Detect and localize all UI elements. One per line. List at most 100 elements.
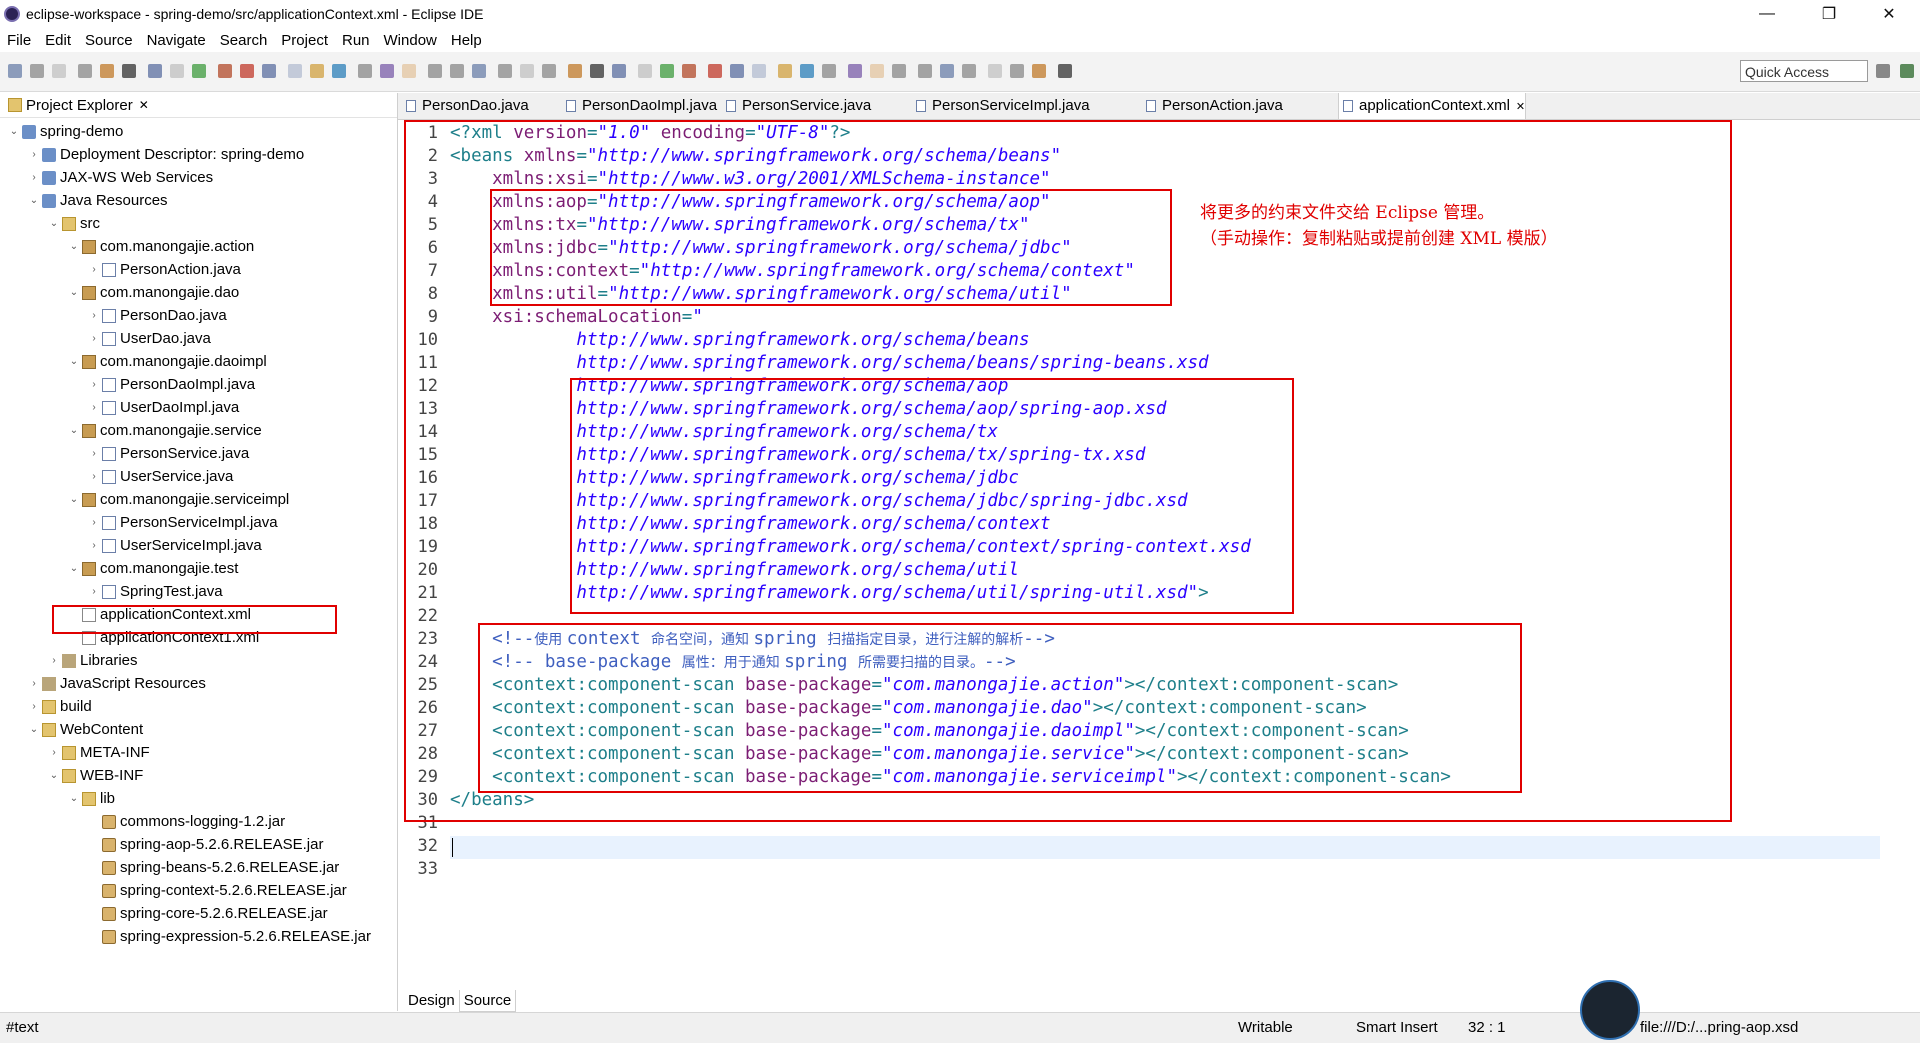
tree-item[interactable]: › Deployment Descriptor: spring-demo [28, 144, 304, 166]
toolbar-button-icon[interactable] [660, 64, 674, 78]
tree-item[interactable]: › SpringTest.java [88, 581, 222, 603]
tree-item[interactable]: › UserDao.java [88, 328, 211, 350]
toolbar-button-icon[interactable] [240, 64, 254, 78]
tree-item[interactable]: ⌄ lib [68, 788, 115, 810]
java-ee-icon[interactable] [1900, 64, 1914, 78]
tree-item[interactable]: ⌄ com.manongajie.action [68, 236, 254, 258]
collapse-arrow-icon[interactable]: › [88, 397, 100, 419]
menu-window[interactable]: Window [377, 32, 444, 49]
close-button[interactable]: ✕ [1866, 0, 1912, 28]
menu-edit[interactable]: Edit [38, 32, 78, 49]
tree-item[interactable]: ⌄ Java Resources [28, 190, 168, 212]
toolbar-button-icon[interactable] [590, 64, 604, 78]
tab-design[interactable]: Design [404, 990, 459, 1012]
toolbar-button-icon[interactable] [30, 64, 44, 78]
toolbar-button-icon[interactable] [428, 64, 442, 78]
collapse-arrow-icon[interactable]: › [88, 443, 100, 465]
tree-item[interactable]: spring-beans-5.2.6.RELEASE.jar [88, 857, 339, 879]
editor-tab[interactable]: PersonServiceImpl.java [912, 93, 1090, 119]
toolbar-button-icon[interactable] [52, 64, 66, 78]
expand-arrow-icon[interactable]: ⌄ [28, 190, 40, 212]
expand-arrow-icon[interactable]: ⌄ [48, 213, 60, 235]
toolbar-button-icon[interactable] [918, 64, 932, 78]
collapse-arrow-icon[interactable]: › [28, 673, 40, 695]
tree-item[interactable]: › UserServiceImpl.java [88, 535, 261, 557]
toolbar-button-icon[interactable] [870, 64, 884, 78]
tree-item[interactable]: ⌄ com.manongajie.daoimpl [68, 351, 267, 373]
collapse-arrow-icon[interactable]: › [48, 742, 60, 764]
toolbar-button-icon[interactable] [612, 64, 626, 78]
toolbar-button-icon[interactable] [498, 64, 512, 78]
tree-item[interactable]: › UserService.java [88, 466, 233, 488]
toolbar-button-icon[interactable] [380, 64, 394, 78]
toolbar-button-icon[interactable] [638, 64, 652, 78]
toolbar-button-icon[interactable] [800, 64, 814, 78]
expand-arrow-icon[interactable]: ⌄ [68, 489, 80, 511]
tree-item[interactable]: ⌄ WEB-INF [48, 765, 144, 787]
toolbar-button-icon[interactable] [962, 64, 976, 78]
horizontal-scrollbar[interactable] [448, 968, 1894, 984]
collapse-arrow-icon[interactable]: › [48, 650, 60, 672]
toolbar-button-icon[interactable] [822, 64, 836, 78]
editor-tab[interactable]: PersonService.java [722, 93, 871, 119]
tree-item[interactable]: › UserDaoImpl.java [88, 397, 239, 419]
toolbar-button-icon[interactable] [988, 64, 1002, 78]
expand-arrow-icon[interactable]: ⌄ [48, 765, 60, 787]
toolbar-button-icon[interactable] [520, 64, 534, 78]
collapse-arrow-icon[interactable]: › [88, 466, 100, 488]
tree-item[interactable]: spring-expression-5.2.6.RELEASE.jar [88, 926, 371, 948]
expand-arrow-icon[interactable]: ⌄ [68, 558, 80, 580]
tab-close-icon[interactable]: ✕ [1516, 101, 1525, 113]
toolbar-button-icon[interactable] [192, 64, 206, 78]
collapse-arrow-icon[interactable]: › [88, 259, 100, 281]
tree-item[interactable]: ⌄ com.manongajie.service [68, 420, 262, 442]
menu-source[interactable]: Source [78, 32, 140, 49]
project-explorer-tab[interactable]: Project Explorer ✕ [0, 97, 149, 114]
tree-item[interactable]: spring-aop-5.2.6.RELEASE.jar [88, 834, 323, 856]
toolbar-button-icon[interactable] [332, 64, 346, 78]
toolbar-button-icon[interactable] [8, 64, 22, 78]
tree-item[interactable]: ⌄ com.manongajie.serviceimpl [68, 489, 289, 511]
tree-item[interactable]: commons-logging-1.2.jar [88, 811, 285, 833]
toolbar-button-icon[interactable] [262, 64, 276, 78]
toolbar-button-icon[interactable] [358, 64, 372, 78]
toolbar-button-icon[interactable] [218, 64, 232, 78]
toolbar-button-icon[interactable] [708, 64, 722, 78]
collapse-arrow-icon[interactable]: › [28, 167, 40, 189]
collapse-arrow-icon[interactable]: › [88, 374, 100, 396]
menu-help[interactable]: Help [444, 32, 489, 49]
toolbar-button-icon[interactable] [1010, 64, 1024, 78]
toolbar-button-icon[interactable] [568, 64, 582, 78]
collapse-arrow-icon[interactable]: › [88, 535, 100, 557]
minimize-button[interactable]: — [1744, 0, 1790, 28]
quick-access-input[interactable]: Quick Access [1740, 60, 1868, 82]
menu-run[interactable]: Run [335, 32, 377, 49]
tab-source[interactable]: Source [458, 990, 517, 1012]
toolbar-button-icon[interactable] [778, 64, 792, 78]
toolbar-button-icon[interactable] [940, 64, 954, 78]
toolbar-button-icon[interactable] [752, 64, 766, 78]
expand-arrow-icon[interactable]: ⌄ [68, 236, 80, 258]
collapse-arrow-icon[interactable]: › [88, 328, 100, 350]
menu-project[interactable]: Project [274, 32, 335, 49]
menu-file[interactable]: File [0, 32, 38, 49]
tree-item[interactable]: › build [28, 696, 91, 718]
tree-item[interactable]: › META-INF [48, 742, 149, 764]
tree-item[interactable]: ⌄ com.manongajie.dao [68, 282, 239, 304]
toolbar-button-icon[interactable] [288, 64, 302, 78]
toolbar-button-icon[interactable] [78, 64, 92, 78]
toolbar-button-icon[interactable] [892, 64, 906, 78]
tree-item[interactable]: ⌄ src [48, 213, 100, 235]
toolbar-button-icon[interactable] [1058, 64, 1072, 78]
toolbar-button-icon[interactable] [730, 64, 744, 78]
toolbar-button-icon[interactable] [148, 64, 162, 78]
expand-arrow-icon[interactable]: ⌄ [68, 420, 80, 442]
expand-arrow-icon[interactable]: ⌄ [28, 719, 40, 741]
restore-button[interactable]: ❐ [1806, 0, 1852, 28]
toolbar-button-icon[interactable] [310, 64, 324, 78]
toolbar-button-icon[interactable] [1032, 64, 1046, 78]
tree-item[interactable]: › PersonDao.java [88, 305, 226, 327]
tree-item[interactable]: › PersonDaoImpl.java [88, 374, 255, 396]
collapse-arrow-icon[interactable]: › [88, 581, 100, 603]
toolbar-button-icon[interactable] [472, 64, 486, 78]
